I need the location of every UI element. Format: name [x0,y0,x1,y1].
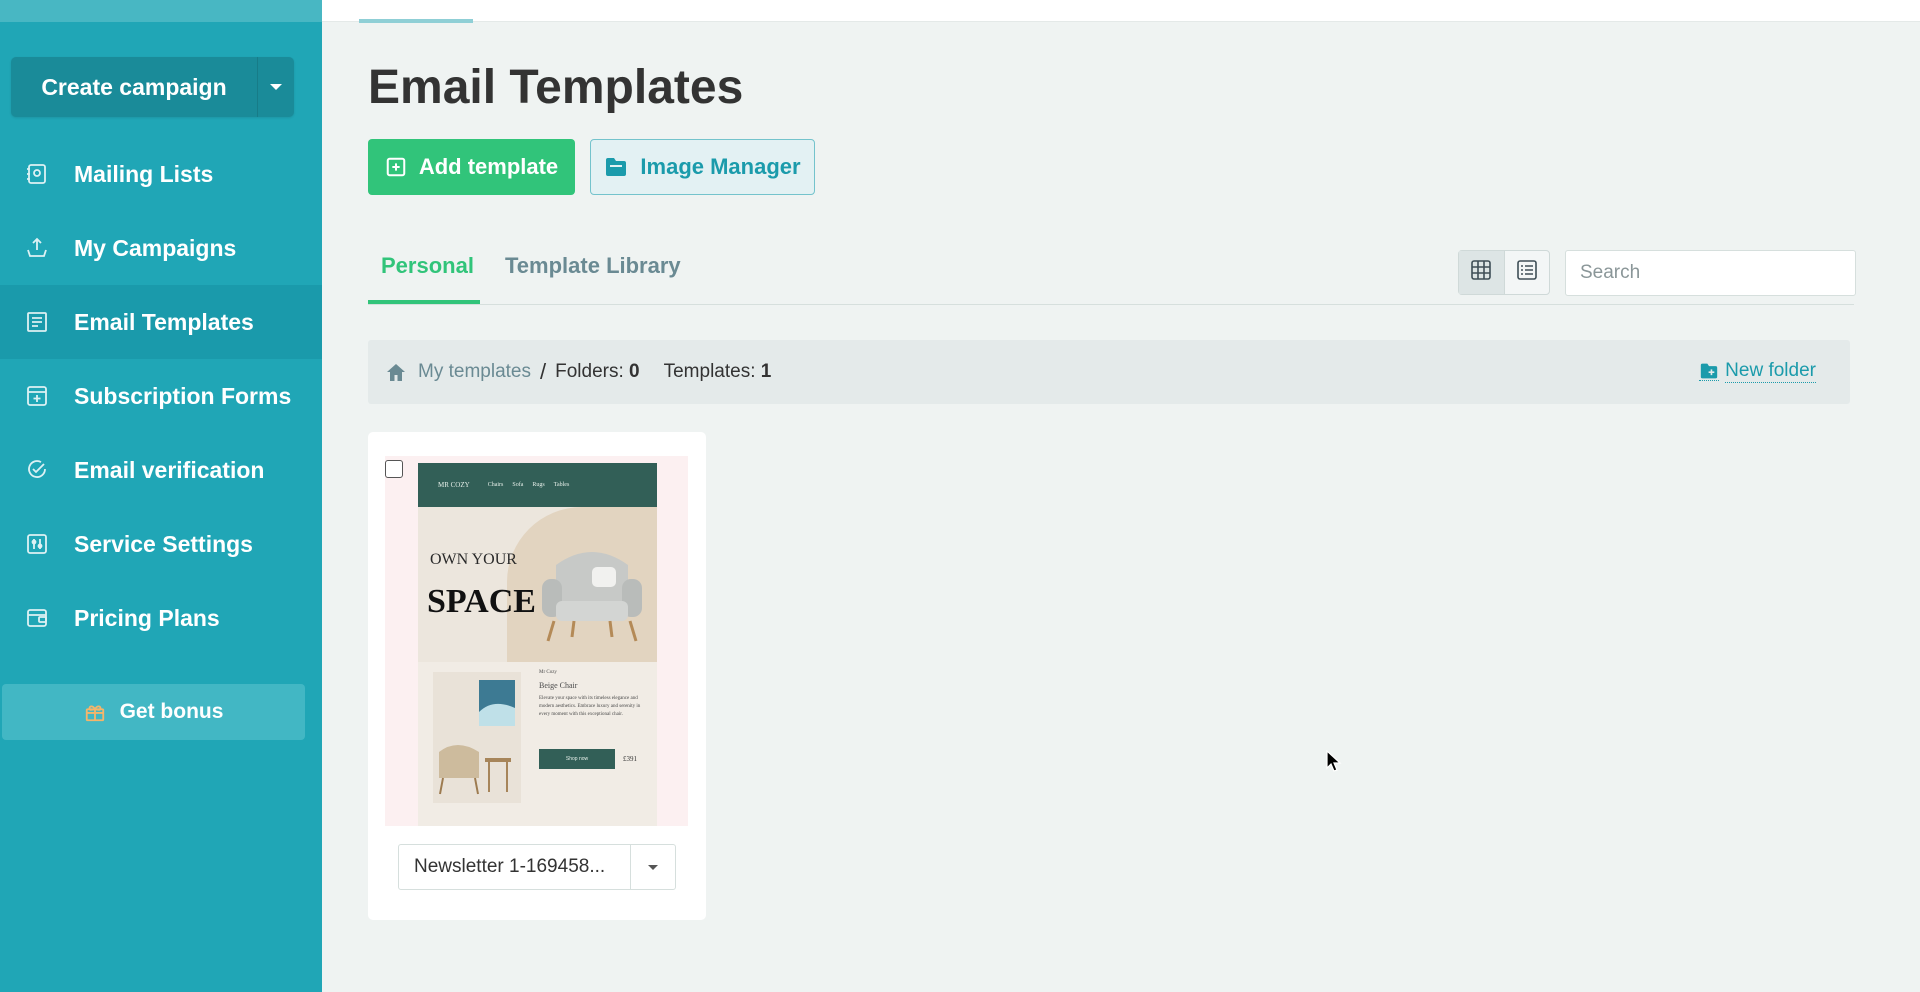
sliders-icon [24,531,50,557]
tab-template-library[interactable]: Template Library [505,253,681,279]
sidebar-nav: Mailing Lists My Campaigns Email Templat… [0,137,322,655]
wallet-icon [24,605,50,631]
template-card: MR COZY Chairs Sofa Rugs Tables OWN YOUR… [368,432,706,920]
tab-personal[interactable]: Personal [381,253,474,279]
sidebar-item-label: Pricing Plans [74,604,220,631]
sidebar-item-label: Mailing Lists [74,160,214,187]
tab-personal-underline [368,300,480,304]
preview-header: MR COZY Chairs Sofa Rugs Tables [418,463,657,507]
template-preview[interactable]: MR COZY Chairs Sofa Rugs Tables OWN YOUR… [385,456,688,826]
folders-count: Folders: 0 [555,361,640,383]
template-actions-dropdown[interactable] [630,845,675,889]
armchair-image [542,552,642,642]
preview-headline-1: OWN YOUR [430,551,517,568]
view-mode-toggle [1458,250,1550,295]
form-plus-icon [24,383,50,409]
sidebar-item-service-settings[interactable]: Service Settings [0,507,322,581]
product-name: Beige Chair [539,681,578,690]
template-preview-email: MR COZY Chairs Sofa Rugs Tables OWN YOUR… [418,463,657,826]
sidebar-item-label: My Campaigns [74,234,237,261]
sidebar-item-email-verification[interactable]: Email verification [0,433,322,507]
new-folder-label: New folder [1725,360,1816,383]
new-folder-link[interactable]: New folder [1699,360,1816,383]
add-file-icon [385,156,407,178]
preview-nav-item: Tables [553,482,570,488]
breadcrumb-bar: My templates / Folders: 0 Templates: 1 N… [368,340,1850,404]
create-campaign-button[interactable]: Create campaign [11,57,257,117]
caret-down-icon [270,84,282,90]
template-name-button[interactable]: Newsletter 1-169458... [399,845,630,889]
breadcrumb-separator: / [539,359,547,384]
product-brand: Mr Cozy [539,670,557,675]
sidebar-item-my-campaigns[interactable]: My Campaigns [0,211,322,285]
grid-view-button[interactable] [1459,251,1505,294]
add-template-label: Add template [418,154,559,179]
contacts-book-icon [24,161,50,187]
sidebar-item-mailing-lists[interactable]: Mailing Lists [0,137,322,211]
grid-icon [1470,259,1492,286]
template-select-checkbox[interactable] [385,460,403,478]
template-name-select: Newsletter 1-169458... [398,844,676,890]
upload-tray-icon [24,235,50,261]
product-price: £391 [623,755,637,763]
folders-label: Folders: [555,361,624,382]
add-template-button[interactable]: Add template [368,139,575,195]
product-description: Elevate your space with its timeless ele… [539,696,641,717]
product-text: Mr Cozy Beige Chair Elevate your space w… [539,670,644,719]
sidebar-item-subscription-forms[interactable]: Subscription Forms [0,359,322,433]
template-icon [24,309,50,335]
top-bar [322,0,1920,23]
create-campaign-dropdown-button[interactable] [257,57,294,117]
sidebar-item-label: Subscription Forms [74,382,292,409]
home-icon[interactable] [386,363,406,382]
folder-plus-icon [1699,362,1720,381]
get-bonus-button[interactable]: Get bonus [2,684,305,740]
check-circle-icon [24,457,50,483]
preview-headline-2: SPACE [427,583,536,620]
list-view-button[interactable] [1505,251,1550,294]
product-room-image [433,672,521,803]
sidebar-item-label: Service Settings [74,530,253,557]
preview-nav-item: Rugs [532,482,545,488]
preview-logo: MR COZY [438,481,470,489]
get-bonus-label: Get bonus [119,700,224,723]
breadcrumb-my-templates[interactable]: My templates [418,361,531,383]
sidebar-top-strip [0,0,322,22]
preview-nav-item: Chairs [487,482,504,488]
tabs-divider [368,304,1854,305]
mouse-cursor-icon [1326,750,1342,772]
caret-down-icon [648,864,658,870]
sidebar-item-label: Email verification [74,456,265,483]
sidebar-item-label: Email Templates [74,308,254,335]
search-input[interactable] [1565,250,1856,296]
folders-value: 0 [629,361,640,382]
list-icon [1516,259,1538,286]
templates-label: Templates: [663,361,756,382]
top-bar-active-indicator [359,19,473,23]
sidebar-item-pricing-plans[interactable]: Pricing Plans [0,581,322,655]
templates-count: Templates: 1 [664,361,772,383]
image-manager-button[interactable]: Image Manager [590,139,815,195]
create-campaign-group: Create campaign [11,57,294,117]
folder-icon [604,156,628,178]
sidebar: Create campaign Mailing Lists My Campaig… [0,0,322,992]
preview-nav-item: Sofa [512,482,524,488]
preview-shop-button: Shop now [539,749,615,769]
sidebar-item-email-templates[interactable]: Email Templates [0,285,322,359]
page-title: Email Templates [368,61,744,114]
templates-value: 1 [760,361,772,382]
preview-hero: OWN YOUR SPACE [418,507,657,662]
gift-icon [84,701,106,723]
image-manager-label: Image Manager [640,154,801,179]
preview-product: Mr Cozy Beige Chair Elevate your space w… [418,662,657,826]
